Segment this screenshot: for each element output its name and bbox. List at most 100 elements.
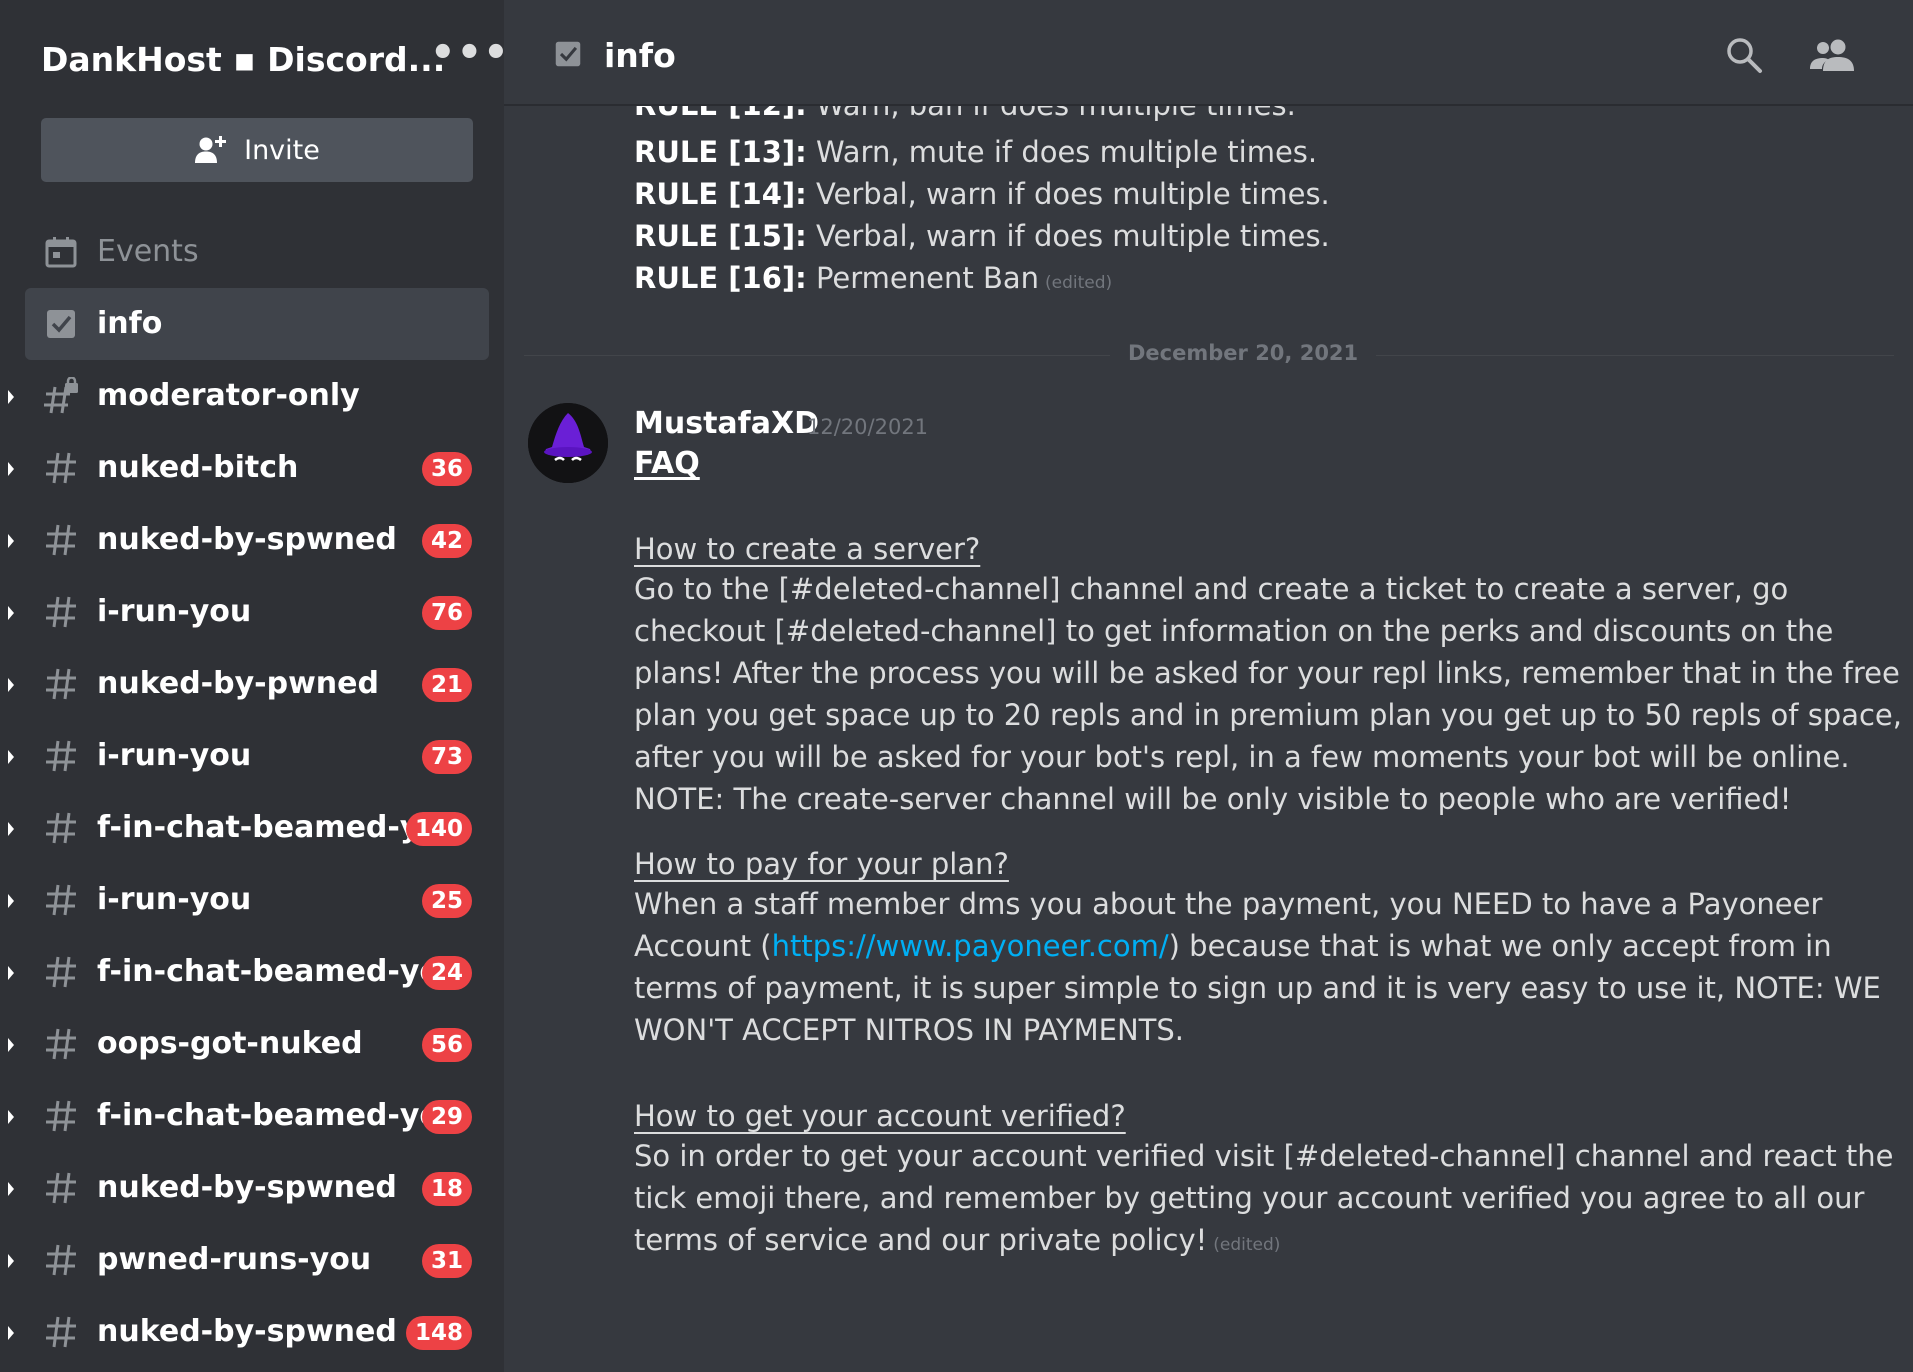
unread-indicator	[8, 1254, 14, 1268]
channel-name: moderator-only	[97, 378, 360, 413]
hash-icon	[42, 1313, 80, 1351]
sidebar-item-channel[interactable]: f-in-chat-beamed-you 140	[0, 792, 504, 864]
channel-name: i-run-you	[97, 594, 252, 629]
rule-line: RULE [14]: Verbal, warn if does multiple…	[634, 177, 1330, 211]
hash-icon	[42, 593, 80, 631]
channel-header: info	[504, 0, 1913, 106]
mention-badge: 31	[421, 1244, 472, 1278]
channel-name: nuked-by-pwned	[97, 666, 379, 701]
message-heading: FAQ	[634, 446, 700, 481]
unread-indicator	[8, 390, 14, 404]
hash-icon	[42, 1241, 80, 1279]
faq-question: How to create a server?	[634, 532, 981, 566]
rule-line: RULE [15]: Verbal, warn if does multiple…	[634, 219, 1330, 253]
mention-badge: 148	[405, 1316, 472, 1350]
hash-icon	[42, 665, 80, 703]
payoneer-link[interactable]: https://www.payoneer.com/	[772, 929, 1169, 963]
sidebar-item-info[interactable]: info	[25, 288, 489, 360]
unread-indicator	[8, 894, 14, 908]
unread-indicator	[8, 462, 14, 476]
sidebar-item-channel[interactable]: oops-got-nuked 56	[0, 1008, 504, 1080]
faq-question: How to pay for your plan?	[634, 847, 1009, 881]
mention-badge: 76	[421, 596, 472, 630]
sidebar-item-channel[interactable]: i-run-you 76	[0, 576, 504, 648]
search-icon[interactable]	[1725, 36, 1763, 78]
unread-indicator	[8, 678, 14, 692]
mention-badge: 73	[421, 740, 472, 774]
faq-answer: So in order to get your account verified…	[634, 1139, 1894, 1257]
mention-badge: 36	[421, 452, 472, 486]
message-author[interactable]: MustafaXD	[634, 406, 819, 441]
hash-icon	[42, 809, 80, 847]
server-menu-icon[interactable]: •••	[430, 30, 504, 76]
date-divider-label: December 20, 2021	[1110, 341, 1377, 365]
mention-badge: 24	[421, 956, 472, 990]
hash-icon	[42, 1025, 80, 1063]
invite-button[interactable]: Invite	[41, 118, 473, 182]
server-header[interactable]: DankHost ▪ Discord... •••	[0, 0, 504, 120]
unread-indicator	[8, 534, 14, 548]
edited-tag: (edited)	[1213, 1235, 1281, 1255]
invite-label: Invite	[244, 134, 320, 166]
unread-indicator	[8, 606, 14, 620]
hash-icon	[42, 449, 80, 487]
sidebar-item-channel[interactable]: f-in-chat-beamed-you 24	[0, 936, 504, 1008]
channel-name: i-run-you	[97, 882, 252, 917]
rule-line: RULE [13]: Warn, mute if does multiple t…	[634, 135, 1318, 169]
mention-badge: 29	[421, 1100, 472, 1134]
avatar[interactable]	[528, 403, 608, 483]
channel-name: Events	[97, 234, 199, 269]
sidebar-item-channel[interactable]: i-run-you 73	[0, 720, 504, 792]
unread-indicator	[8, 966, 14, 980]
sidebar-item-channel[interactable]: nuked-bitch 36	[0, 432, 504, 504]
chat-area: info RULE [12]: Warn, ban if does multip…	[504, 0, 1913, 1372]
message-list: RULE [12]: Warn, ban if does multiple ti…	[504, 106, 1913, 1372]
sidebar-item-channel[interactable]: nuked-by-spwned 18	[0, 1152, 504, 1224]
channel-name: f-in-chat-beamed-you	[97, 1098, 462, 1133]
sidebar-item-channel[interactable]: pwned-runs-you 31	[0, 1224, 504, 1296]
edited-tag: (edited)	[1045, 273, 1113, 293]
mention-badge: 18	[421, 1172, 472, 1206]
rules-checkbox-icon	[554, 40, 582, 72]
unread-indicator	[8, 1038, 14, 1052]
faq-answer: When a staff member dms you about the pa…	[634, 887, 1881, 1047]
rule-line: RULE [16]: Permenent Ban (edited)	[634, 261, 1113, 295]
channel-sidebar: DankHost ▪ Discord... ••• Invite Events …	[0, 0, 504, 1372]
message-timestamp: 12/20/2021	[807, 415, 929, 439]
channel-name: nuked-by-spwned	[97, 1170, 397, 1205]
channel-name: info	[97, 306, 163, 341]
unread-indicator	[8, 1182, 14, 1196]
unread-indicator	[8, 1326, 14, 1340]
mention-badge: 56	[421, 1028, 472, 1062]
sidebar-item-channel[interactable]: nuked-by-pwned 21	[0, 648, 504, 720]
mention-badge: 42	[421, 524, 472, 558]
locked-hash-icon	[42, 377, 80, 415]
hash-icon	[42, 953, 80, 991]
faq-note: NOTE: The create-server channel will be …	[634, 782, 1792, 816]
channel-name: f-in-chat-beamed-you	[97, 954, 462, 989]
channel-name: pwned-runs-you	[97, 1242, 372, 1277]
server-name[interactable]: DankHost ▪ Discord...	[41, 40, 445, 79]
sidebar-item-events[interactable]: Events	[0, 216, 504, 288]
unread-indicator	[8, 1110, 14, 1124]
unread-indicator	[8, 822, 14, 836]
channel-name: nuked-by-spwned	[97, 1314, 397, 1349]
calendar-icon	[42, 233, 80, 271]
sidebar-item-channel[interactable]: nuked-by-spwned 148	[0, 1296, 504, 1368]
sidebar-item-channel[interactable]: f-in-chat-beamed-you 29	[0, 1080, 504, 1152]
sidebar-item-channel[interactable]: nuked-by-spwned 42	[0, 504, 504, 576]
faq-question: How to get your account verified?	[634, 1099, 1126, 1133]
channel-name: nuked-bitch	[97, 450, 299, 485]
rules-checkbox-icon	[42, 305, 80, 343]
channel-name: i-run-you	[97, 738, 252, 773]
hash-icon	[42, 1169, 80, 1207]
add-person-icon	[194, 135, 227, 165]
hash-icon	[42, 737, 80, 775]
date-divider: December 20, 2021	[524, 341, 1894, 371]
channel-name: oops-got-nuked	[97, 1026, 363, 1061]
sidebar-item-moderator-only[interactable]: moderator-only	[0, 360, 504, 432]
faq-answer: Go to the [#deleted-channel] channel and…	[634, 572, 1902, 774]
channel-list: Events info moderator-only nuked-bitch 3…	[0, 216, 504, 1368]
sidebar-item-channel[interactable]: i-run-you 25	[0, 864, 504, 936]
members-icon[interactable]	[1809, 38, 1855, 76]
